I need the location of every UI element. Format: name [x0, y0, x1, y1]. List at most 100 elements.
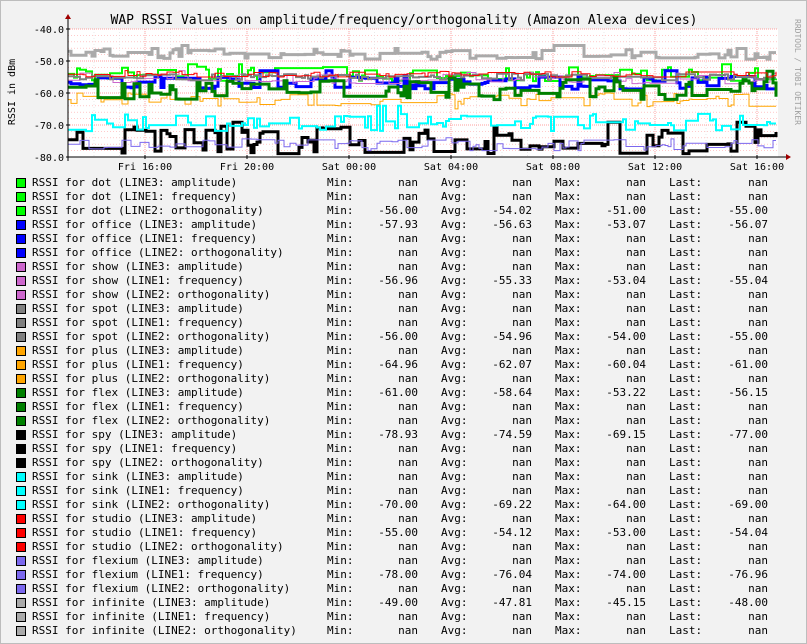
min-value: -70.00 — [378, 498, 418, 511]
avg-value: -76.04 — [492, 568, 532, 581]
max-value: nan — [626, 232, 646, 245]
last-value: nan — [748, 400, 768, 413]
avg-label: Avg: — [441, 302, 468, 315]
last-value: nan — [748, 610, 768, 623]
legend-row: RSSI for dot (LINE2: orthogonality) Min: -… — [14, 204, 794, 218]
min-label: Min: — [327, 358, 354, 371]
legend-swatch — [16, 318, 26, 328]
legend-swatch — [16, 178, 26, 188]
legend-label: RSSI for office (LINE1: frequency) — [32, 232, 258, 245]
min-label: Min: — [327, 344, 354, 357]
max-label: Max: — [555, 456, 582, 469]
max-label: Max: — [555, 554, 582, 567]
legend-row: RSSI for spot (LINE3: amplitude) Min: nan A… — [14, 302, 794, 316]
legend-label: RSSI for spot (LINE1: frequency) — [32, 316, 244, 329]
avg-label: Avg: — [441, 596, 468, 609]
max-label: Max: — [555, 316, 582, 329]
avg-value: nan — [512, 582, 532, 595]
legend-label: RSSI for sink (LINE1: frequency) — [32, 484, 244, 497]
avg-label: Avg: — [441, 330, 468, 343]
max-value: nan — [626, 400, 646, 413]
avg-label: Avg: — [441, 344, 468, 357]
avg-value: -54.12 — [492, 526, 532, 539]
max-value: -53.00 — [606, 526, 646, 539]
legend-row: RSSI for show (LINE3: amplitude) Min: nan A… — [14, 260, 794, 274]
legend-label: RSSI for flex (LINE2: orthogonality) — [32, 414, 271, 427]
max-label: Max: — [555, 624, 582, 637]
min-value: -56.00 — [378, 330, 418, 343]
max-label: Max: — [555, 610, 582, 623]
max-value: nan — [626, 260, 646, 273]
last-value: nan — [748, 554, 768, 567]
max-label: Max: — [555, 484, 582, 497]
avg-value: -69.22 — [492, 498, 532, 511]
avg-label: Avg: — [441, 372, 468, 385]
max-label: Max: — [555, 372, 582, 385]
last-value: nan — [748, 414, 768, 427]
min-value: nan — [398, 582, 418, 595]
min-label: Min: — [327, 540, 354, 553]
min-value: -78.93 — [378, 428, 418, 441]
chart: WAP RSSI Values on amplitude/frequency/o… — [7, 13, 802, 173]
avg-label: Avg: — [441, 316, 468, 329]
max-value: nan — [626, 512, 646, 525]
min-value: nan — [398, 470, 418, 483]
min-label: Min: — [327, 218, 354, 231]
legend-label: RSSI for plus (LINE1: frequency) — [32, 358, 244, 371]
max-value: nan — [626, 456, 646, 469]
last-value: nan — [748, 190, 768, 203]
max-value: nan — [626, 484, 646, 497]
watermark: RRDTOOL / TOBI OETIKER — [793, 19, 802, 125]
max-value: nan — [626, 190, 646, 203]
avg-value: nan — [512, 302, 532, 315]
last-label: Last: — [669, 442, 703, 455]
last-label: Last: — [669, 246, 703, 259]
x-tick-label: Sat 08:00 — [526, 162, 580, 173]
last-label: Last: — [669, 344, 703, 357]
legend-swatch — [16, 234, 26, 244]
legend-row: RSSI for plus (LINE2: orthogonality) Min:… — [14, 372, 794, 386]
min-label: Min: — [327, 526, 354, 539]
avg-label: Avg: — [441, 484, 468, 497]
legend-row: RSSI for office (LINE2: orthogonality) Mi… — [14, 246, 794, 260]
min-value: nan — [398, 414, 418, 427]
avg-value: nan — [512, 246, 532, 259]
legend-swatch — [16, 626, 26, 636]
avg-value: nan — [512, 554, 532, 567]
legend-label: RSSI for show (LINE3: amplitude) — [32, 260, 244, 273]
legend-row: RSSI for flex (LINE2: orthogonality) Min:… — [14, 414, 794, 428]
min-label: Min: — [327, 442, 354, 455]
legend-row: RSSI for sink (LINE1: frequency) Min: nan A… — [14, 484, 794, 498]
avg-value: nan — [512, 400, 532, 413]
min-value: nan — [398, 176, 418, 189]
legend-label: RSSI for studio (LINE2: orthogonality) — [32, 540, 284, 553]
max-label: Max: — [555, 428, 582, 441]
min-value: nan — [398, 540, 418, 553]
legend-label: RSSI for flexium (LINE1: frequency) — [32, 568, 264, 581]
last-value: -76.96 — [728, 568, 768, 581]
min-label: Min: — [327, 596, 354, 609]
last-value: -55.00 — [728, 204, 768, 217]
min-label: Min: — [327, 554, 354, 567]
last-label: Last: — [669, 386, 703, 399]
min-label: Min: — [327, 428, 354, 441]
min-value: nan — [398, 246, 418, 259]
legend-swatch — [16, 220, 26, 230]
min-value: -56.96 — [378, 274, 418, 287]
legend-label: RSSI for spy (LINE1: frequency) — [32, 442, 238, 455]
max-value: nan — [626, 288, 646, 301]
avg-label: Avg: — [441, 190, 468, 203]
legend: RSSI for dot (LINE3: amplitude) Min: nan Av… — [14, 176, 794, 638]
max-value: -45.15 — [606, 596, 646, 609]
avg-value: -55.33 — [492, 274, 532, 287]
x-tick-labels: Fri 16:00 Fri 20:00 Sat 00:00 Sat 04:00 Sat … — [118, 162, 784, 173]
legend-row: RSSI for office (LINE3: amplitude) Min: -5… — [14, 218, 794, 232]
last-value: nan — [748, 442, 768, 455]
min-value: -57.93 — [378, 218, 418, 231]
last-label: Last: — [669, 414, 703, 427]
min-value: nan — [398, 302, 418, 315]
legend-swatch — [16, 276, 26, 286]
last-label: Last: — [669, 526, 703, 539]
legend-row: RSSI for plus (LINE3: amplitude) Min: nan A… — [14, 344, 794, 358]
x-tick-label: Fri 20:00 — [220, 162, 274, 173]
